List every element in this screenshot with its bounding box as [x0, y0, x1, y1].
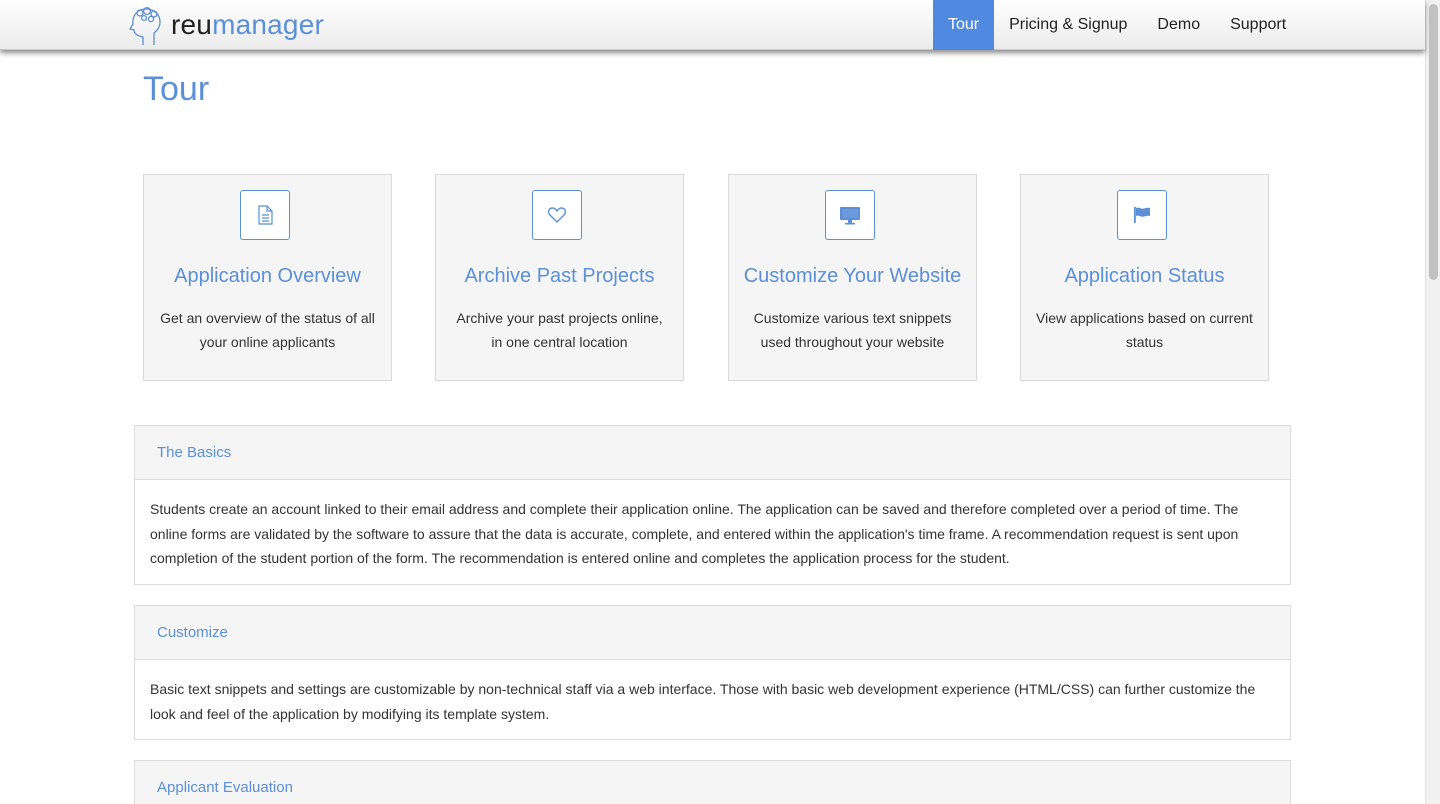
panel-the-basics: The Basics Students create an account li… — [134, 425, 1291, 585]
nav-demo[interactable]: Demo — [1142, 0, 1215, 50]
scrollbar[interactable] — [1425, 0, 1440, 804]
head-gears-icon — [128, 6, 161, 45]
panel-heading: Customize — [135, 606, 1290, 660]
page-title: Tour — [143, 70, 210, 108]
panel-heading: Applicant Evaluation — [135, 761, 1290, 804]
heart-icon — [532, 190, 582, 240]
panel-heading: The Basics — [135, 426, 1290, 480]
scrollbar-thumb[interactable] — [1429, 4, 1438, 280]
feature-card-customize-your-website[interactable]: Customize Your Website Customize various… — [728, 174, 977, 381]
feature-card-application-overview[interactable]: Application Overview Get an overview of … — [143, 174, 392, 381]
feature-description: Get an overview of the status of all you… — [160, 310, 375, 350]
feature-description: Customize various text snippets used thr… — [753, 310, 952, 350]
panel-body: Students create an account linked to the… — [150, 501, 1239, 566]
feature-title: Application Overview — [174, 265, 361, 287]
main-nav: Tour Pricing & Signup Demo Support — [933, 0, 1301, 50]
feature-card-application-status[interactable]: Application Status View applications bas… — [1020, 174, 1269, 381]
brand-logo[interactable]: reumanager — [127, 4, 324, 46]
document-icon — [240, 190, 290, 240]
brand-name-part1: reu — [171, 9, 213, 40]
brand-name-part2: manager — [212, 9, 324, 40]
panel-customize: Customize Basic text snippets and settin… — [134, 605, 1291, 740]
feature-title: Application Status — [1064, 265, 1225, 287]
feature-title: Customize Your Website — [743, 265, 962, 287]
panel-applicant-evaluation: Applicant Evaluation — [134, 760, 1291, 804]
nav-support[interactable]: Support — [1215, 0, 1301, 50]
nav-tour[interactable]: Tour — [933, 0, 995, 50]
flag-icon — [1117, 190, 1167, 240]
monitor-icon — [825, 190, 875, 240]
feature-card-archive-past-projects[interactable]: Archive Past Projects Archive your past … — [435, 174, 684, 381]
brand-name: reumanager — [171, 11, 324, 39]
top-navbar: reumanager Tour Pricing & Signup Demo Su… — [0, 0, 1425, 50]
feature-description: View applications based on current statu… — [1036, 310, 1253, 350]
feature-description: Archive your past projects online, in on… — [456, 310, 663, 350]
panel-body: Basic text snippets and settings are cus… — [150, 681, 1256, 722]
nav-pricing-signup[interactable]: Pricing & Signup — [994, 0, 1142, 50]
feature-title: Archive Past Projects — [464, 265, 655, 287]
